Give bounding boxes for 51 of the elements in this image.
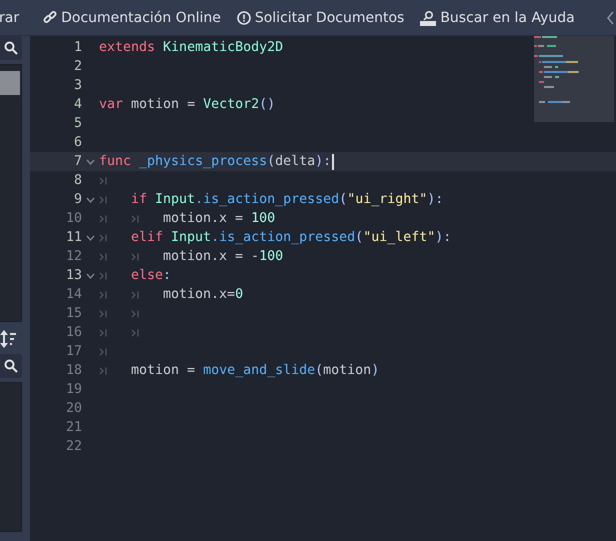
line-number: 9 [72,192,82,207]
line-number: 17 [64,344,82,359]
doc-search-icon [420,10,436,26]
code-text: func _physics_process(delta): [99,154,332,169]
line-number: 13 [64,268,82,283]
fold-caret-icon[interactable] [86,158,95,164]
line-number: 11 [64,230,82,245]
line-number: 16 [64,325,82,340]
line-number: 20 [64,401,82,416]
code-editor[interactable] [30,36,616,541]
search-icon [4,41,18,55]
line-number: 4 [72,97,82,112]
line-number: 6 [72,135,82,150]
link-icon [43,10,58,24]
fold-caret-icon[interactable] [86,196,95,202]
line-number: 15 [64,306,82,321]
line-number: 2 [72,59,82,74]
line-number: 22 [64,439,82,454]
line-number: 5 [72,116,82,131]
sort-icon [0,330,16,348]
code-text: motion.x = 100 [163,211,276,226]
line-number: 12 [64,249,82,264]
code-text: var motion = Vector2() [99,97,276,112]
search-button[interactable] [0,36,22,60]
sort-button[interactable] [0,330,16,348]
alert-icon [236,10,251,24]
code-text: elif Input.is_action_pressed("ui_left"): [131,230,452,245]
code-text: else: [131,268,172,283]
code-text: motion = move_and_slide(motion) [131,363,380,378]
toolbar-label: rar [0,10,20,26]
search-icon [4,359,18,373]
line-number: 1 [72,40,82,55]
code-text: extends KinematicBody2D [99,40,284,55]
line-number: 10 [64,211,82,226]
toolbar-button[interactable]: Documentación Online [43,10,229,26]
line-number: 3 [72,78,82,93]
line-number: 21 [64,420,82,435]
toolbar-button[interactable]: Buscar en la Ayuda [420,10,583,26]
code-text: motion.x = -100 [163,249,284,264]
line-number: 19 [64,382,82,397]
chevron-left-icon [606,10,615,24]
code-text: if Input.is_action_pressed("ui_right"): [131,192,444,207]
fold-caret-icon[interactable] [86,272,95,278]
line-number: 7 [72,154,82,169]
line-number: 8 [72,173,82,188]
line-number: 14 [64,287,82,302]
line-number: 18 [64,363,82,378]
search-button[interactable] [0,354,22,378]
code-text: motion.x=0 [163,287,244,302]
fold-caret-icon[interactable] [86,234,95,240]
toolbar-button[interactable]: Solicitar Documentos [236,10,412,26]
